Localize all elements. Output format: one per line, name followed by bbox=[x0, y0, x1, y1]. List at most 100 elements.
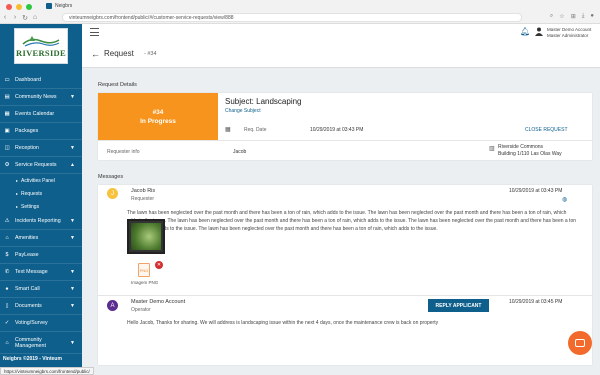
message-author: Jacob Ris bbox=[131, 188, 156, 194]
riverside-logo[interactable]: RIVERSIDE bbox=[14, 28, 68, 64]
sidebar-item-dashboard[interactable]: ▭ Dashboard bbox=[0, 72, 82, 89]
requester-name: Jacob bbox=[233, 149, 247, 155]
sidebar-item-label: Packages bbox=[15, 128, 39, 134]
favicon-icon bbox=[46, 3, 52, 9]
sidebar-item-documents[interactable]: ▯ Documents ▼ bbox=[0, 298, 82, 315]
attachment-name: Imagem PNG bbox=[131, 280, 159, 285]
sidebar-item-label: Community News bbox=[15, 94, 57, 100]
notification-bell-icon[interactable]: 🔔︎ bbox=[520, 27, 530, 36]
bookmark-icon[interactable]: ☆ bbox=[559, 13, 564, 20]
window-controls[interactable] bbox=[6, 4, 32, 10]
sidebar-footer: Neigbrs ©2019 - Vinteum bbox=[3, 356, 62, 362]
message-body: The lawn has been neglected over the pas… bbox=[127, 210, 577, 232]
requester-info-label: Requester info bbox=[107, 149, 140, 155]
sidebar-item-community-management[interactable]: ⌂ Community Management ▼ bbox=[0, 332, 82, 354]
chevron-up-icon: ▲ bbox=[70, 162, 75, 168]
chevron-down-icon: ▼ bbox=[70, 94, 75, 100]
sidebar-item-label: PayLease bbox=[15, 252, 39, 258]
sidebar-item-activities-panel[interactable]: Activities Panel bbox=[0, 174, 82, 187]
sidebar-item-label: Amenities bbox=[15, 235, 39, 241]
avatar: J bbox=[107, 188, 118, 199]
png-file-icon[interactable]: PNG bbox=[138, 263, 150, 277]
reload-icon[interactable]: ↻ bbox=[20, 14, 30, 22]
message-role: Operator bbox=[131, 307, 151, 313]
sidebar-item-label: Text Message bbox=[15, 269, 48, 275]
chevron-down-icon: ▼ bbox=[70, 286, 75, 292]
sidebar-item-label: Smart Call bbox=[15, 286, 40, 292]
address-bar[interactable]: vinteumneigbrs.com/frontend/public/#/cus… bbox=[62, 13, 522, 22]
page-header: ← Request - #34 bbox=[82, 44, 600, 68]
request-id: #34 bbox=[152, 108, 164, 116]
riverside-graphic-icon bbox=[22, 35, 60, 47]
sidebar-item-label: Voting/Survey bbox=[15, 320, 48, 326]
message-date: 10/29/2019 at 03:45 PM bbox=[509, 299, 563, 305]
sidebar-item-label: Community Management bbox=[15, 336, 46, 349]
sidebar-item-reception[interactable]: ◫ Reception ▼ bbox=[0, 140, 82, 157]
logo-text: RIVERSIDE bbox=[16, 47, 66, 58]
remove-attachment-icon[interactable]: ✕ bbox=[155, 261, 163, 269]
profile-icon[interactable]: ● bbox=[590, 13, 594, 20]
url-text: vinteumneigbrs.com/frontend/public/#/cus… bbox=[69, 15, 234, 21]
sidebar-item-voting-survey[interactable]: ✓ Voting/Survey bbox=[0, 315, 82, 332]
sidebar-item-text-message[interactable]: ✆ Text Message ▼ bbox=[0, 264, 82, 281]
read-receipt-icon: ◍ bbox=[562, 197, 568, 203]
sidebar-item-service-requests[interactable]: ⚙ Service Requests ▲ bbox=[0, 157, 82, 174]
request-details-card: #34 In Progress Subject: Landscaping Cha… bbox=[98, 93, 592, 160]
sidebar-item-paylease[interactable]: $ PayLease bbox=[0, 247, 82, 264]
sidebar-menu: ▭ Dashboard ▤ Community News ▼ ▦ Events Calend… bbox=[0, 72, 82, 354]
maximize-window-icon[interactable] bbox=[26, 4, 32, 10]
request-subject: Subject: Landscaping bbox=[225, 97, 302, 106]
home-icon[interactable]: ⌂ bbox=[30, 14, 40, 21]
mic-icon: ● bbox=[5, 286, 9, 292]
req-date-value: 10/29/2019 at 03:43 PM bbox=[310, 127, 364, 133]
community-icon: ⌂ bbox=[5, 339, 9, 346]
reply-applicant-button[interactable]: REPLY APPLICANT bbox=[428, 299, 489, 312]
dollar-icon: $ bbox=[5, 252, 9, 258]
status-badge: In Progress bbox=[140, 117, 176, 125]
sidebar: RIVERSIDE ▭ Dashboard ▤ Community News ▼ ▦ Eve… bbox=[0, 24, 82, 375]
browser-chrome: Neigbrs ‹ › ↻ ⌂ vinteumneigbrs.com/front… bbox=[0, 0, 600, 24]
download-icon[interactable]: ⤓ bbox=[582, 13, 585, 20]
user-avatar-icon[interactable] bbox=[535, 27, 543, 36]
message-body: Hello Jacob, Thanks for sharing. We will… bbox=[127, 320, 439, 326]
sidebar-item-label: Dashboard bbox=[15, 77, 41, 83]
sidebar-item-packages[interactable]: ▣ Packages bbox=[0, 123, 82, 140]
sidebar-item-amenities[interactable]: ⌂ Amenities ▼ bbox=[0, 230, 82, 247]
change-subject-link[interactable]: Change Subject bbox=[225, 108, 261, 114]
main-content: ← Request - #34 Request Details #34 In P… bbox=[82, 44, 600, 375]
sidebar-item-smart-call[interactable]: ● Smart Call ▼ bbox=[0, 281, 82, 298]
user-info[interactable]: Master Demo Account Master Administrator bbox=[547, 27, 591, 39]
amenities-icon: ⌂ bbox=[5, 235, 9, 241]
sidebar-item-settings[interactable]: Settings bbox=[0, 200, 82, 213]
messages-card: J Jacob Ris Requester 10/29/2019 at 03:4… bbox=[98, 185, 592, 365]
calendar-icon: ▦ bbox=[225, 127, 231, 133]
close-window-icon[interactable] bbox=[6, 4, 12, 10]
sidebar-item-label: Documents bbox=[15, 303, 42, 309]
user-role: Master Administrator bbox=[547, 33, 589, 38]
message-role: Requester bbox=[131, 196, 155, 202]
close-request-button[interactable]: CLOSE REQUEST bbox=[525, 127, 568, 133]
chat-bubble-icon[interactable] bbox=[568, 331, 592, 355]
news-icon: ▤ bbox=[4, 94, 10, 100]
forward-nav-icon[interactable]: › bbox=[10, 14, 20, 21]
search-icon[interactable]: ⌕ bbox=[550, 13, 553, 20]
browser-tab[interactable]: Neigbrs bbox=[46, 1, 72, 11]
hamburger-menu-icon[interactable] bbox=[90, 28, 99, 36]
back-arrow-icon[interactable]: ← bbox=[91, 49, 100, 59]
sidebar-item-events-calendar[interactable]: ▦ Events Calendar bbox=[0, 106, 82, 123]
back-nav-icon[interactable]: ‹ bbox=[0, 14, 10, 21]
request-details-title: Request Details bbox=[98, 82, 137, 88]
chevron-down-icon: ▼ bbox=[70, 218, 75, 224]
top-bar: 🔔︎ Master Demo Account Master Administra… bbox=[82, 24, 600, 44]
extensions-icon[interactable]: ⊞ bbox=[571, 13, 576, 20]
messages-title: Messages bbox=[98, 174, 124, 180]
sidebar-item-label: Requests bbox=[21, 190, 43, 197]
sidebar-item-requests[interactable]: Requests bbox=[0, 187, 82, 200]
package-icon: ▣ bbox=[4, 128, 10, 134]
status-bar-url: https://vinteumneigbrs.com/frontend/publ… bbox=[0, 367, 94, 375]
attachment-thumbnail[interactable] bbox=[127, 219, 165, 254]
sidebar-item-incidents-reporting[interactable]: ⚠ Incidents Reporting ▼ bbox=[0, 213, 82, 230]
service-icon: ⚙ bbox=[4, 162, 10, 168]
minimize-window-icon[interactable] bbox=[16, 4, 22, 10]
sidebar-item-community-news[interactable]: ▤ Community News ▼ bbox=[0, 89, 82, 106]
